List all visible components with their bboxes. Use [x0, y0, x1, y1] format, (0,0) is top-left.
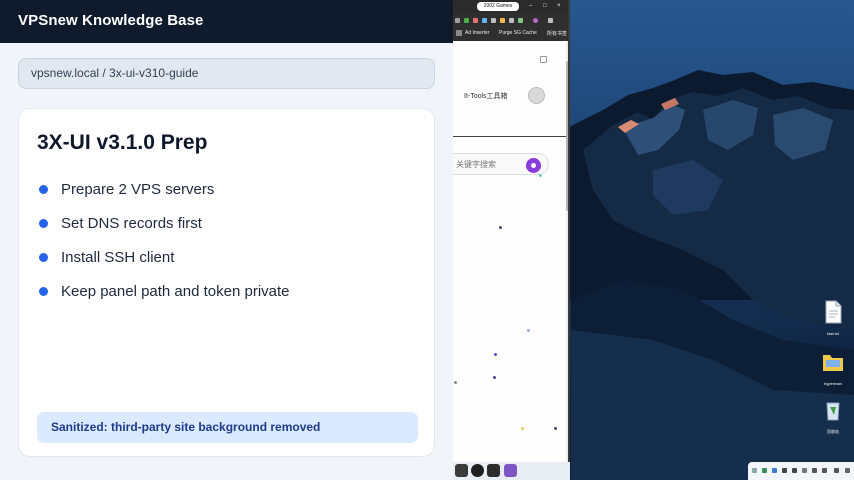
folder-icon [823, 355, 843, 371]
taskbar-app-icon[interactable] [504, 464, 517, 477]
bullet-icon [39, 286, 48, 296]
recycle-bin-icon [826, 402, 840, 421]
system-tray [748, 462, 854, 480]
divider [453, 136, 566, 137]
particle-dot [494, 353, 497, 356]
tray-app-icon[interactable] [802, 468, 807, 473]
step-label: Prepare 2 VPS servers [61, 180, 215, 198]
app-header: VPSnew Knowledge Base [0, 0, 453, 43]
desktop-icon-label: hyperman [824, 381, 842, 386]
breadcrumb[interactable]: vpsnew.local / 3x-ui-v310-guide [18, 58, 435, 89]
taskbar-app-icon[interactable] [487, 464, 500, 477]
tray-app-icon[interactable] [792, 468, 797, 473]
volume-icon[interactable] [822, 468, 827, 473]
browser-window[interactable]: 2002 Games – □ × Ad Inserter Purge SG Ca… [453, 0, 570, 464]
list-item: Prepare 2 VPS servers [37, 172, 290, 206]
browser-page: It-Tools工具箱 关键字搜索 [453, 41, 566, 464]
scrollbar-thumb[interactable] [566, 61, 568, 211]
taskbar-app-icon[interactable] [471, 464, 484, 477]
step-label: Install SSH client [61, 248, 175, 266]
extension-icon[interactable] [473, 18, 478, 23]
app-title: VPSnew Knowledge Base [18, 12, 204, 29]
tray-app-icon[interactable] [762, 468, 767, 473]
bookmark-ad-inserter[interactable]: Ad Inserter [465, 30, 489, 36]
desktop-icon-label: fast.txt [827, 331, 839, 336]
extension-icon[interactable] [509, 18, 514, 23]
extension-icon[interactable] [518, 18, 523, 23]
step-label: Set DNS records first [61, 214, 202, 232]
profile-icon[interactable] [533, 18, 538, 23]
scrollbar[interactable] [566, 41, 568, 464]
particle-dot [527, 329, 530, 332]
wifi-icon[interactable] [812, 468, 817, 473]
guide-card: 3X-UI v3.1.0 Prep Prepare 2 VPS servers … [18, 108, 435, 457]
particle-dot [539, 174, 542, 177]
desktop-file-shortcut[interactable]: fast.txt [820, 300, 846, 336]
taskbar [453, 462, 570, 480]
minimize-icon[interactable]: – [529, 2, 532, 11]
menu-icon[interactable] [548, 18, 553, 23]
prep-step-list: Prepare 2 VPS servers Set DNS records fi… [37, 172, 290, 308]
knowledge-base-pane: VPSnew Knowledge Base vpsnew.local / 3x-… [0, 0, 453, 480]
step-label: Keep panel path and token private [61, 282, 290, 300]
browser-tab[interactable]: 2002 Games [477, 2, 519, 11]
browser-titlebar[interactable]: 2002 Games – □ × [453, 0, 568, 13]
back-icon[interactable] [455, 18, 460, 23]
page-title: 3X-UI v3.1.0 Prep [37, 131, 208, 154]
list-item: Set DNS records first [37, 206, 290, 240]
list-item: Keep panel path and token private [37, 274, 290, 308]
extension-icon[interactable] [482, 18, 487, 23]
bullet-icon [39, 252, 48, 262]
particle-dot [521, 427, 524, 430]
extension-icon[interactable] [464, 18, 469, 23]
extension-icon[interactable] [491, 18, 496, 23]
tray-app-icon[interactable] [772, 468, 777, 473]
browser-toolbar: Ad Inserter Purge SG Cache 所有书签 [453, 13, 568, 41]
sanitized-notice: Sanitized: third-party site background r… [37, 412, 418, 443]
list-item: Install SSH client [37, 240, 290, 274]
battery-icon[interactable] [834, 468, 839, 473]
particle-dot [493, 376, 496, 379]
tray-app-icon[interactable] [782, 468, 787, 473]
taskbar-app-icon[interactable] [455, 464, 468, 477]
site-name[interactable]: It-Tools工具箱 [464, 91, 508, 101]
desktop-recycle-bin[interactable]: 回收站 [820, 398, 846, 435]
particle-dot [499, 226, 502, 229]
tray-chevron-icon[interactable] [752, 468, 757, 473]
search-button[interactable] [526, 158, 541, 173]
particle-dot [554, 427, 557, 430]
bookmark-folder[interactable]: 所有书签 [547, 30, 567, 37]
bullet-icon [39, 218, 48, 228]
bookmark-purge-sg-cache[interactable]: Purge SG Cache [499, 30, 537, 36]
close-icon[interactable]: × [557, 2, 561, 11]
page-icon[interactable] [540, 56, 547, 63]
bookmark-icon [456, 30, 462, 36]
bullet-icon [39, 184, 48, 194]
notification-icon[interactable] [845, 468, 850, 473]
desktop-folder-shortcut[interactable]: hyperman [820, 350, 846, 386]
extension-icon[interactable] [500, 18, 505, 23]
avatar[interactable] [528, 87, 545, 104]
particle-dot [454, 381, 457, 384]
document-icon [825, 300, 842, 324]
desktop-icon-label: 回收站 [827, 429, 839, 434]
maximize-icon[interactable]: □ [543, 2, 547, 11]
